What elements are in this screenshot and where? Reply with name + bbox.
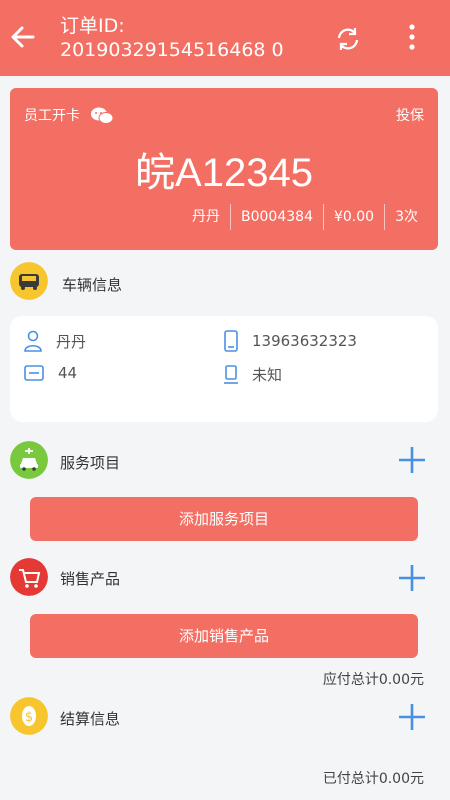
phone-row: 13963632323 bbox=[224, 330, 357, 352]
refresh-icon[interactable] bbox=[333, 24, 363, 54]
order-id-value: 20190329154516468 0 bbox=[60, 39, 284, 61]
vehicle-info-title: 车辆信息 bbox=[62, 276, 123, 294]
svg-text:$: $ bbox=[25, 710, 33, 725]
top-bar: 订单ID: 20190329154516468 0 bbox=[0, 0, 450, 76]
card-balance: ¥0.00 bbox=[333, 209, 375, 225]
owner-row: 丹丹 bbox=[24, 330, 86, 352]
insurance-button[interactable]: 投保 bbox=[396, 105, 424, 125]
card-row: 44 bbox=[24, 364, 77, 382]
paid-total: 已付总计0.00元 bbox=[322, 771, 424, 787]
back-arrow-icon[interactable] bbox=[8, 22, 38, 52]
device-value: 未知 bbox=[252, 366, 283, 384]
add-settlement-plus-icon[interactable] bbox=[398, 703, 426, 731]
cart-icon bbox=[10, 558, 48, 596]
owner-name: 丹丹 bbox=[56, 332, 87, 351]
phone-icon bbox=[224, 330, 238, 352]
payable-total: 应付总计0.00元 bbox=[322, 672, 424, 688]
card-count: 3次 bbox=[395, 209, 418, 225]
order-id-label: 订单ID: bbox=[60, 15, 125, 37]
more-vertical-icon[interactable] bbox=[400, 22, 424, 52]
device-icon bbox=[224, 364, 238, 384]
product-title: 销售产品 bbox=[60, 570, 121, 588]
car-wash-icon bbox=[10, 441, 48, 479]
person-icon bbox=[24, 330, 42, 352]
coin-icon: $ bbox=[10, 697, 48, 735]
card-number: B0004384 bbox=[241, 209, 313, 225]
vehicle-card[interactable]: 员工开卡 投保 皖A12345 丹丹 B0004384 ¥0.00 3次 bbox=[10, 88, 438, 250]
license-plate: 皖A12345 bbox=[135, 151, 313, 195]
card-value: 44 bbox=[58, 364, 78, 382]
settlement-title: 结算信息 bbox=[60, 710, 121, 728]
add-service-plus-icon[interactable] bbox=[398, 446, 426, 474]
id-card-icon bbox=[24, 365, 44, 381]
order-id-block: 订单ID: 20190329154516468 0 bbox=[60, 14, 284, 62]
add-product-plus-icon[interactable] bbox=[398, 564, 426, 592]
device-row: 未知 bbox=[224, 364, 282, 385]
wechat-icon bbox=[91, 107, 114, 124]
add-product-button[interactable]: 添加销售产品 bbox=[30, 614, 418, 658]
owner-phone: 13963632323 bbox=[252, 332, 357, 350]
car-icon bbox=[10, 262, 48, 300]
staff-card-label: 员工开卡 bbox=[24, 108, 80, 124]
card-owner: 丹丹 bbox=[192, 209, 221, 225]
service-title: 服务项目 bbox=[60, 454, 121, 472]
add-service-button[interactable]: 添加服务项目 bbox=[30, 497, 418, 541]
vehicle-info-card: 丹丹 13963632323 44 未知 bbox=[10, 316, 438, 422]
card-meta: 丹丹 B0004384 ¥0.00 3次 bbox=[182, 204, 428, 230]
